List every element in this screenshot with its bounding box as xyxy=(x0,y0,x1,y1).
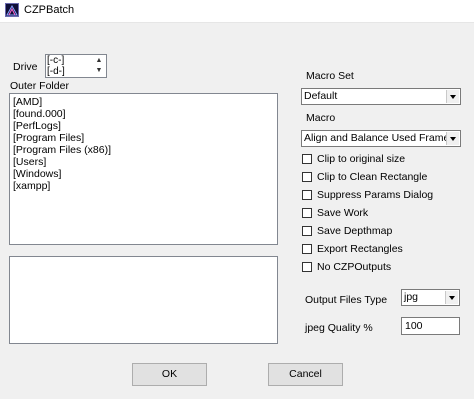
cancel-button[interactable]: Cancel xyxy=(268,363,343,386)
macro-value: Align and Balance Used Frames xyxy=(304,132,455,144)
outer-folder-listbox[interactable]: [AMD] [found.000] [PerfLogs] [Program Fi… xyxy=(9,93,278,245)
macro-label: Macro xyxy=(306,112,336,124)
option-label: No CZPOutputs xyxy=(317,261,392,273)
drive-scrollbar[interactable]: ▲ ▼ xyxy=(93,56,105,76)
output-files-type-value: jpg xyxy=(404,291,419,303)
folder-item[interactable]: [Windows] xyxy=(13,168,277,180)
chevron-down-icon[interactable] xyxy=(445,291,458,304)
option-label: Clip to original size xyxy=(317,153,406,165)
option-label: Suppress Params Dialog xyxy=(317,189,434,201)
folder-item[interactable]: [PerfLogs] xyxy=(13,120,277,132)
drive-listbox[interactable]: [-c-] [-d-] ▲ ▼ xyxy=(45,54,107,78)
checkbox[interactable] xyxy=(302,244,312,254)
drive-option[interactable]: [-c-] xyxy=(47,55,65,66)
chevron-down-icon[interactable] xyxy=(446,132,459,145)
drive-option[interactable]: [-d-] xyxy=(47,66,65,77)
option-label: Export Rectangles xyxy=(317,243,403,255)
folder-item[interactable]: [AMD] xyxy=(13,96,277,108)
folder-item[interactable]: [Program Files] xyxy=(13,132,277,144)
macro-set-label: Macro Set xyxy=(306,70,354,82)
checkbox[interactable] xyxy=(302,172,312,182)
option-label: Save Depthmap xyxy=(317,225,393,237)
jpeg-quality-value: 100 xyxy=(405,320,423,332)
drive-label: Drive xyxy=(13,61,38,73)
folder-item[interactable]: [Program Files (x86)] xyxy=(13,144,277,156)
folder-item[interactable]: [found.000] xyxy=(13,108,277,120)
checkbox[interactable] xyxy=(302,154,312,164)
window-title: CZPBatch xyxy=(24,4,75,16)
output-files-type-label: Output Files Type xyxy=(305,294,388,306)
macro-set-select[interactable]: Default xyxy=(301,88,461,105)
checkbox[interactable] xyxy=(302,262,312,272)
chevron-down-icon[interactable] xyxy=(446,90,459,103)
macro-set-value: Default xyxy=(304,90,338,102)
title-bar[interactable]: CZPBatch xyxy=(0,0,474,23)
jpeg-quality-label: jpeg Quality % xyxy=(305,322,373,334)
scroll-down-icon[interactable]: ▼ xyxy=(93,66,105,76)
scroll-up-icon[interactable]: ▲ xyxy=(93,56,105,66)
jpeg-quality-input[interactable]: 100 xyxy=(401,317,460,335)
output-files-type-select[interactable]: jpg xyxy=(401,289,460,306)
checkbox[interactable] xyxy=(302,190,312,200)
option-label: Clip to Clean Rectangle xyxy=(317,171,428,183)
checkbox[interactable] xyxy=(302,226,312,236)
checkbox[interactable] xyxy=(302,208,312,218)
ok-button[interactable]: OK xyxy=(132,363,207,386)
outer-folder-label: Outer Folder xyxy=(10,80,69,92)
output-textarea[interactable] xyxy=(9,256,278,344)
folder-item[interactable]: [xampp] xyxy=(13,180,277,192)
app-icon xyxy=(5,3,19,17)
option-label: Save Work xyxy=(317,207,369,219)
folder-item[interactable]: [Users] xyxy=(13,156,277,168)
macro-select[interactable]: Align and Balance Used Frames xyxy=(301,130,461,147)
